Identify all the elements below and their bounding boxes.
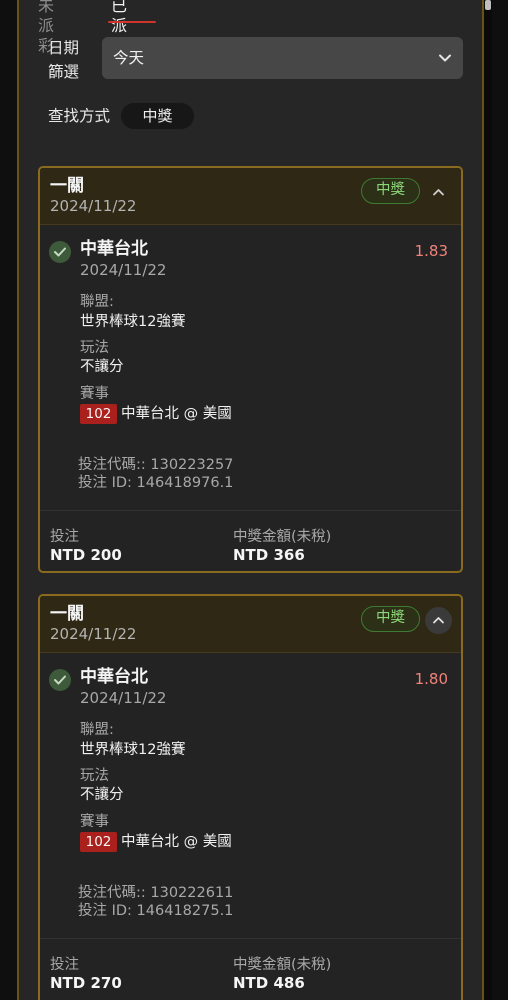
bet-card: 一關 2024/11/22 中獎 中華台北 1.83 2024/11/22 聯盟… <box>38 166 463 573</box>
collapse-button[interactable] <box>425 179 452 206</box>
stake-amount: NTD 200 <box>50 546 122 564</box>
event-label: 賽事 <box>80 814 109 830</box>
play-type-label: 玩法 <box>80 768 109 784</box>
payout-label: 中獎金額(未稅) <box>233 529 332 545</box>
selection-team: 中華台北 <box>80 667 148 687</box>
league-label: 聯盟: <box>80 294 114 310</box>
play-type-value: 不讓分 <box>80 787 124 803</box>
stake-label: 投注 <box>50 957 79 973</box>
check-circle-icon <box>49 669 71 691</box>
bet-card: 一關 2024/11/22 中獎 中華台北 1.80 2024/11/22 聯盟… <box>38 594 463 1000</box>
bet-code: 投注代碼:: 130222611 <box>78 885 234 901</box>
league-value: 世界棒球12強賽 <box>80 314 186 330</box>
selection-date: 2024/11/22 <box>80 689 167 707</box>
odds-value: 1.83 <box>414 242 448 260</box>
league-label: 聯盟: <box>80 722 114 738</box>
selection-team: 中華台北 <box>80 239 148 259</box>
scrollbar-track[interactable] <box>484 0 492 1000</box>
bet-card-date: 2024/11/22 <box>50 625 137 643</box>
check-circle-icon <box>49 241 71 263</box>
bet-type-title: 一關 <box>50 176 84 196</box>
chevron-up-icon <box>433 189 444 196</box>
bet-card-header[interactable]: 一關 2024/11/22 中獎 <box>40 596 461 653</box>
event-name: 中華台北 @ 美國 <box>121 834 232 850</box>
odds-value: 1.80 <box>414 670 448 688</box>
event-code-badge: 102 <box>80 832 117 852</box>
card-divider <box>40 938 461 939</box>
event-name: 中華台北 @ 美國 <box>121 406 232 422</box>
chevron-down-icon <box>437 50 453 66</box>
chevron-up-icon <box>433 617 444 624</box>
event-code-badge: 102 <box>80 404 117 424</box>
payout-amount: NTD 486 <box>233 974 305 992</box>
bet-id: 投注 ID: 146418275.1 <box>78 903 234 919</box>
date-filter-value: 今天 <box>113 49 145 67</box>
stake-amount: NTD 270 <box>50 974 122 992</box>
stake-label: 投注 <box>50 529 79 545</box>
payout-amount: NTD 366 <box>233 546 305 564</box>
play-type-label: 玩法 <box>80 340 109 356</box>
bet-card-header[interactable]: 一關 2024/11/22 中獎 <box>40 168 461 225</box>
win-status-badge: 中獎 <box>361 606 420 632</box>
active-tab-indicator <box>108 21 156 23</box>
event-label: 賽事 <box>80 386 109 402</box>
win-status-badge: 中獎 <box>361 178 420 204</box>
league-value: 世界棒球12強賽 <box>80 742 186 758</box>
selection-date: 2024/11/22 <box>80 261 167 279</box>
bet-card-date: 2024/11/22 <box>50 197 137 215</box>
bet-code: 投注代碼:: 130223257 <box>78 457 234 473</box>
scrollbar-thumb[interactable] <box>485 0 491 10</box>
collapse-button[interactable] <box>425 607 452 634</box>
bet-id: 投注 ID: 146418976.1 <box>78 475 234 491</box>
play-type-value: 不讓分 <box>80 359 124 375</box>
search-method-chip[interactable]: 中獎 <box>121 103 194 129</box>
search-method-label: 查找方式 <box>48 107 111 125</box>
card-divider <box>40 510 461 511</box>
bet-type-title: 一關 <box>50 604 84 624</box>
date-filter-select[interactable]: 今天 <box>102 37 463 79</box>
payout-label: 中獎金額(未稅) <box>233 957 332 973</box>
date-filter-label: 日期篩選 <box>48 39 80 81</box>
